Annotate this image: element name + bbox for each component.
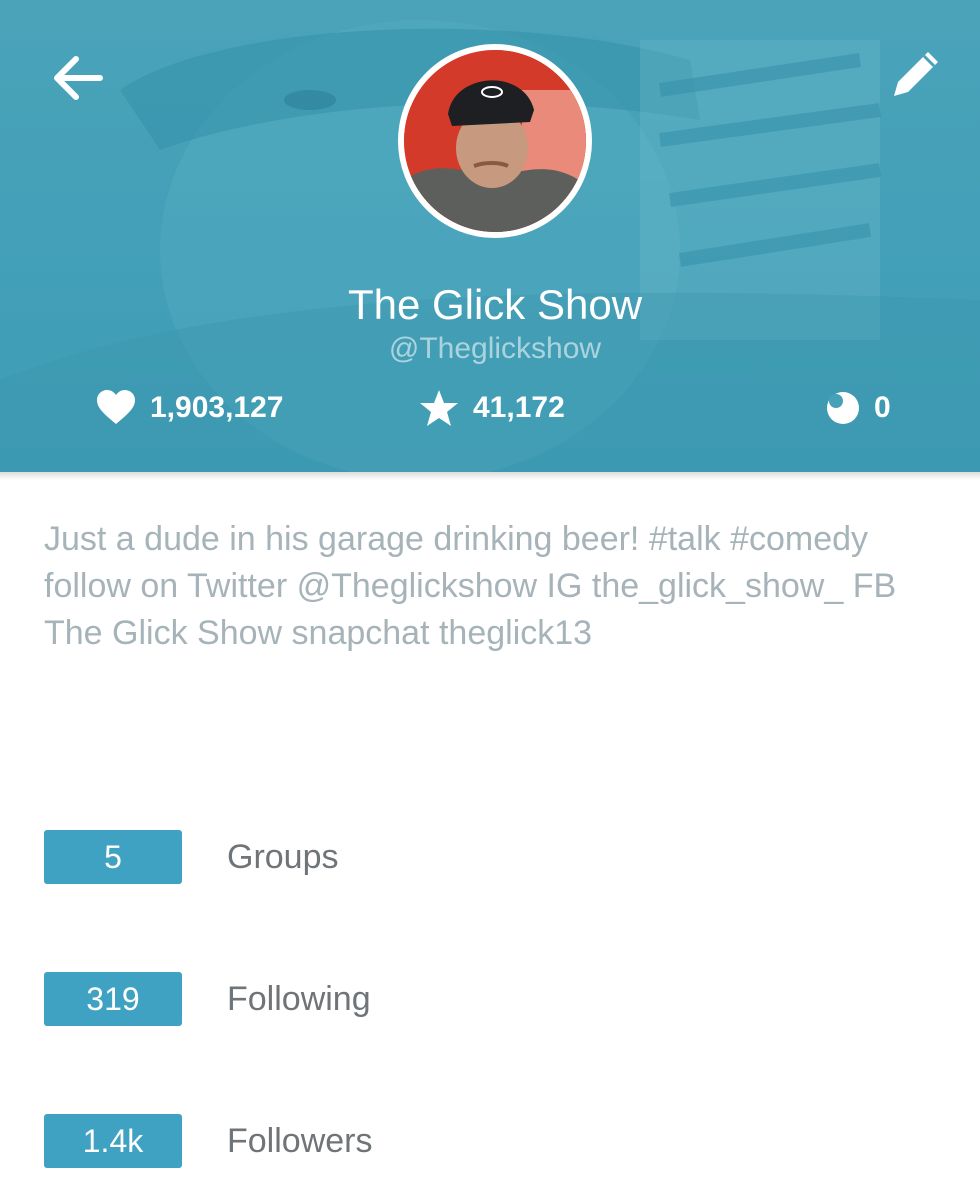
avatar[interactable] xyxy=(398,44,592,238)
profile-header: The Glick Show @Theglickshow 1,903,127 4… xyxy=(0,0,980,472)
following-label: Following xyxy=(227,979,371,1018)
star-icon xyxy=(420,390,458,426)
followers-row[interactable]: 1.4k Followers xyxy=(44,1114,372,1168)
moon-stat: 0 xyxy=(826,386,891,430)
following-count-badge: 319 xyxy=(44,972,182,1026)
pencil-icon xyxy=(894,52,938,96)
groups-label: Groups xyxy=(227,837,339,876)
edit-profile-button[interactable] xyxy=(884,42,948,106)
heart-icon xyxy=(97,390,135,424)
bio-text: Just a dude in his garage drinking beer!… xyxy=(44,520,897,652)
header-shadow xyxy=(0,472,980,480)
arrow-left-icon xyxy=(54,56,103,100)
groups-count-badge: 5 xyxy=(44,830,182,884)
followers-count-badge: 1.4k xyxy=(44,1114,182,1168)
followers-label: Followers xyxy=(227,1121,373,1160)
stars-count: 41,172 xyxy=(473,391,565,424)
back-button[interactable] xyxy=(48,50,108,106)
groups-row[interactable]: 5 Groups xyxy=(44,830,339,884)
avatar-photo xyxy=(404,50,586,232)
moon-icon xyxy=(827,392,859,424)
likes-stat: 1,903,127 xyxy=(96,386,283,430)
stars-stat: 41,172 xyxy=(419,386,565,430)
display-name: The Glick Show xyxy=(347,281,643,328)
moon-count: 0 xyxy=(874,391,891,424)
following-row[interactable]: 319 Following xyxy=(44,972,371,1026)
likes-count: 1,903,127 xyxy=(150,391,284,424)
username-handle: @Theglickshow xyxy=(388,332,602,365)
